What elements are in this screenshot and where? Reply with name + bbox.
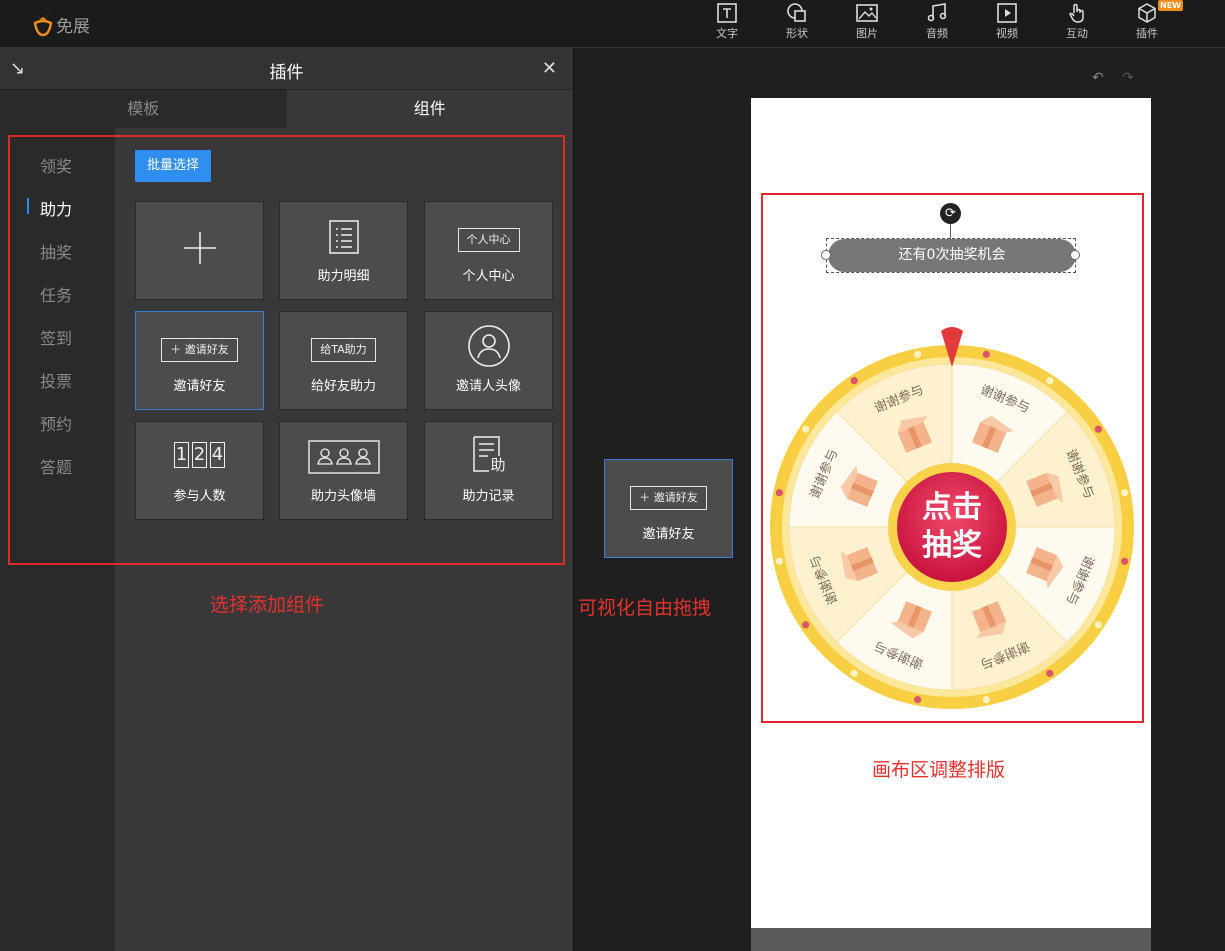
tool-image[interactable]: 图片 [832, 0, 902, 48]
annotation-drag: 可视化自由拖拽 [578, 597, 712, 619]
panel-tabs: 模板 组件 [0, 90, 573, 128]
cube-icon [1138, 3, 1156, 23]
insert-toolbar: 文字 形状 图片 音频 视频 互动 插件 NEW [692, 0, 1183, 48]
drag-preview-text: 邀请好友 [653, 491, 698, 504]
invite-button-icon: ＋ 邀请好友 [630, 486, 707, 510]
tab-components[interactable]: 组件 [286, 90, 573, 128]
tool-shape-label: 形状 [786, 27, 808, 40]
canvas-resize-bar[interactable] [751, 928, 1151, 951]
redo-icon[interactable]: ↷ [1122, 70, 1134, 86]
panel-title: 插件 [269, 63, 304, 83]
shape-icon [787, 3, 806, 22]
image-icon [856, 4, 878, 22]
tool-plugin[interactable]: 插件 NEW [1112, 0, 1183, 48]
tool-interact[interactable]: 互动 [1042, 0, 1112, 48]
tool-audio[interactable]: 音频 [902, 0, 972, 48]
select-highlight-box [8, 135, 565, 565]
annotation-layout: 画布区调整排版 [872, 759, 1006, 781]
top-bar: 免展 文字 形状 图片 音频 视频 互动 插件 NEW [0, 0, 1225, 48]
plus-icon: ＋ [639, 491, 654, 504]
tool-video[interactable]: 视频 [972, 0, 1042, 48]
tool-interact-label: 互动 [1066, 27, 1088, 40]
tab-templates[interactable]: 模板 [0, 90, 287, 128]
close-icon[interactable]: ✕ [542, 58, 557, 79]
rabbit-logo-icon [33, 8, 53, 36]
dragging-label: 邀请好友 [642, 527, 695, 542]
new-badge: NEW [1158, 0, 1183, 11]
tool-audio-label: 音频 [926, 27, 948, 40]
tool-text-label: 文字 [716, 27, 738, 40]
dragging-component[interactable]: ＋ 邀请好友 邀请好友 [604, 459, 733, 558]
music-icon [927, 3, 947, 22]
annotation-select: 选择添加组件 [210, 594, 325, 616]
text-icon [717, 3, 737, 23]
video-icon [997, 3, 1017, 23]
undo-icon[interactable]: ↶ [1092, 70, 1104, 86]
tool-image-label: 图片 [856, 27, 878, 40]
hand-icon [1069, 3, 1084, 23]
canvas-highlight-box [761, 193, 1144, 723]
logo[interactable]: 免展 [32, 6, 90, 37]
tool-video-label: 视频 [996, 27, 1018, 40]
tool-shape[interactable]: 形状 [762, 0, 832, 48]
brand-name: 免展 [56, 17, 90, 37]
panel-header: ↘ 插件 ✕ [0, 48, 573, 90]
tool-plugin-label: 插件 [1136, 27, 1158, 40]
tool-text[interactable]: 文字 [692, 0, 762, 48]
